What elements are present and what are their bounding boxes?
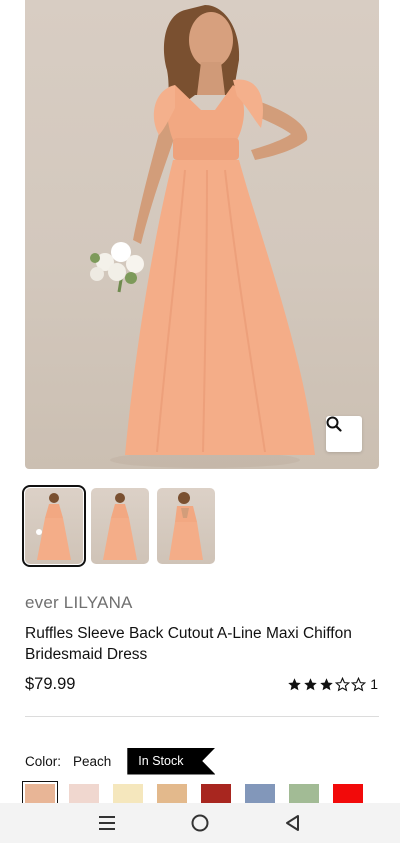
rating[interactable]: 1 [287, 676, 378, 692]
system-navigation-bar [0, 803, 400, 843]
star-filled-icon [288, 677, 301, 690]
stock-badge: In Stock [127, 747, 216, 775]
thumbnail-back-cutout[interactable] [157, 488, 215, 564]
swatch-4[interactable] [201, 784, 231, 804]
star-outline-icon [335, 676, 351, 691]
divider [25, 716, 379, 717]
product-price: $79.99 [25, 675, 76, 693]
swatch-0[interactable] [22, 781, 58, 807]
thumbnail-back[interactable] [91, 488, 149, 564]
home-button[interactable] [180, 808, 220, 838]
swatch-1[interactable] [69, 784, 99, 804]
color-label: Color: [25, 753, 62, 769]
home-circle-icon [191, 814, 209, 832]
back-button[interactable] [273, 808, 313, 838]
thumbnail-strip [22, 485, 219, 567]
star-filled-icon [320, 677, 333, 690]
swatch-2[interactable] [113, 784, 143, 804]
brand-name[interactable]: ever LILYANA [25, 593, 133, 613]
rating-count: 1 [370, 676, 378, 692]
product-title: Ruffles Sleeve Back Cutout A-Line Maxi C… [25, 625, 352, 663]
model-illustration [90, 5, 315, 468]
recent-apps-button[interactable] [87, 808, 127, 838]
star-filled-icon [304, 677, 317, 690]
swatch-3[interactable] [157, 784, 187, 804]
back-triangle-icon [286, 815, 300, 831]
color-swatches [22, 781, 363, 807]
swatch-5[interactable] [245, 784, 275, 804]
color-value: Peach [73, 753, 112, 769]
zoom-button[interactable] [326, 416, 362, 452]
swatch-7[interactable] [333, 784, 363, 804]
color-row: Color: Peach In Stock [25, 747, 216, 775]
thumbnail-front[interactable] [22, 485, 86, 567]
swatch-6[interactable] [289, 784, 319, 804]
product-main-image[interactable] [25, 0, 379, 469]
menu-icon [98, 816, 115, 830]
magnifier-icon [326, 416, 342, 432]
star-outline-icon [351, 676, 367, 691]
